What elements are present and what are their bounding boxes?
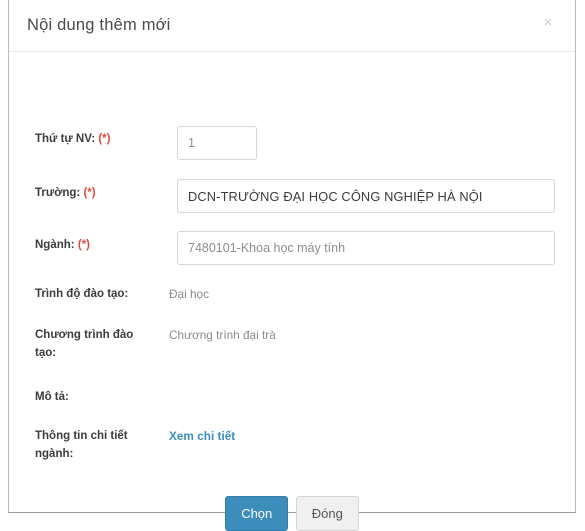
modal-header: Nội dung thêm mới ×: [9, 0, 575, 52]
label-school: Trường: (*): [35, 184, 157, 202]
close-icon[interactable]: ×: [538, 13, 558, 33]
value-level: Đại học: [169, 287, 209, 301]
label-order: Thứ tự NV: (*): [35, 130, 157, 148]
view-detail-link[interactable]: Xem chi tiết: [169, 427, 235, 445]
required-marker-order: (*): [98, 133, 111, 145]
value-program: Chương trình đại trà: [169, 328, 276, 342]
label-description: Mô tả:: [35, 391, 69, 403]
label-level: Trình độ đào tạo:: [35, 288, 129, 300]
label-program: Chương trình đào tạo:: [35, 329, 134, 359]
order-input[interactable]: [177, 126, 257, 160]
required-marker-school: (*): [83, 187, 96, 199]
school-input[interactable]: [177, 179, 555, 213]
modal-dialog: Nội dung thêm mới × Thứ tự NV: (*) Trườn…: [8, 0, 576, 531]
label-major-text: Ngành:: [35, 239, 75, 251]
label-major-detail: Thông tin chi tiết ngành:: [35, 430, 128, 460]
required-marker-major: (*): [77, 239, 90, 251]
major-input[interactable]: [177, 231, 555, 265]
label-order-text: Thứ tự NV:: [35, 133, 96, 145]
label-major: Ngành: (*): [35, 236, 157, 254]
label-school-text: Trường:: [35, 187, 81, 199]
page-title: Nội dung thêm mới: [27, 16, 171, 34]
